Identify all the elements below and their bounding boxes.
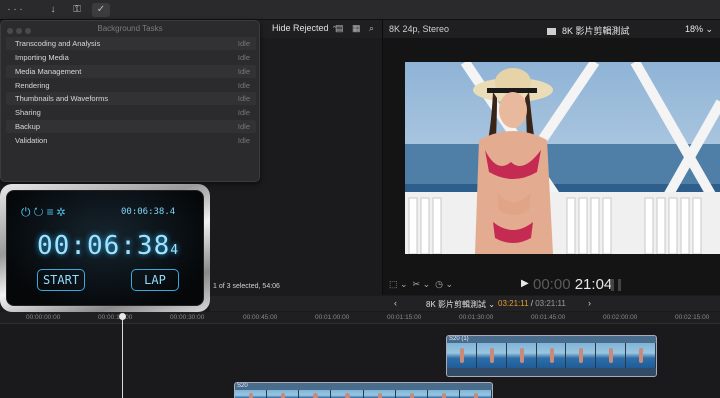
clip-appearance-icon[interactable]: ▤	[335, 23, 344, 34]
video-frame	[405, 62, 720, 254]
clip-filmstrip	[447, 343, 656, 368]
timeline-project-name[interactable]: 8K 影片剪輯測試 ⌄	[426, 299, 495, 310]
ruler-tick: 00:01:15:00	[387, 314, 422, 321]
app-toolbar: · · · ↓ ⚿ ✓	[0, 0, 720, 20]
start-button[interactable]: START	[37, 269, 85, 291]
task-name: Sharing	[15, 108, 41, 117]
clip-label: S20 (1)	[449, 336, 469, 342]
task-status: Idle	[237, 39, 250, 48]
filmstrip-icon[interactable]: ▦	[352, 23, 361, 34]
task-row[interactable]: Media Management Idle	[6, 65, 256, 78]
settings-icon[interactable]: ✲	[57, 205, 69, 219]
viewer-panel: 8K 24p, Stereo 8K 影片剪輯測試 18% ⌄ ⬚ ⌄ ✂ ⌄ ◷…	[382, 20, 720, 295]
download-icon[interactable]: ↓	[44, 3, 62, 17]
task-row[interactable]: Validation Idle	[6, 134, 256, 147]
checkmark-icon: ✓	[96, 4, 106, 15]
timeline-current-tc: 03:21:11	[498, 299, 529, 308]
stopwatch-fraction: 4	[170, 243, 180, 258]
task-name: Backup	[15, 122, 41, 131]
clip-audio-waveform	[447, 368, 656, 376]
timecode-dim: 00:00	[533, 276, 571, 293]
background-tasks-window: Background Tasks Transcoding and Analysi…	[0, 20, 260, 182]
ruler-tick: 00:00:15:00	[98, 314, 133, 321]
power-icon[interactable]: ⏻	[21, 205, 34, 219]
stopwatch-controls: ⏻↻≡✲	[21, 205, 68, 220]
task-status: Idle	[237, 81, 250, 90]
task-name: Rendering	[15, 81, 50, 90]
transform-tools-icon[interactable]: ⬚ ⌄ ✂ ⌄ ◷ ⌄	[389, 279, 453, 290]
timeline-forward-button[interactable]: ›	[588, 298, 591, 308]
window-controls[interactable]: · · ·	[6, 3, 24, 17]
ruler-tick: 00:01:45:00	[531, 314, 566, 321]
stopwatch-widget: ⏻↻≡✲ 00:06:38.4 00:06:384 START LAP	[0, 184, 210, 312]
task-status: Idle	[237, 67, 250, 76]
stopwatch-small-time: 00:06:38.4	[121, 207, 176, 217]
ruler-tick: 00:01:00:00	[315, 314, 350, 321]
menu-icon[interactable]: ≡	[47, 205, 57, 219]
clapper-icon	[547, 28, 556, 36]
task-row[interactable]: Importing Media Idle	[6, 51, 256, 64]
viewer-zoom-value: 18%	[684, 24, 703, 34]
task-status: Idle	[237, 122, 250, 131]
timeline-duration-tc: 03:21:11	[535, 299, 566, 308]
refresh-icon[interactable]: ↻	[34, 205, 47, 219]
play-button[interactable]: ▶	[521, 278, 529, 289]
key-icon[interactable]: ⚿	[68, 3, 86, 17]
timeline-clip[interactable]: S20 (1)	[446, 335, 657, 377]
task-row[interactable]: Backup Idle	[6, 120, 256, 133]
viewer-format: 8K 24p, Stereo	[389, 24, 450, 34]
task-row[interactable]: Thumbnails and Waveforms Idle	[6, 92, 256, 105]
ruler-tick: 00:02:00:00	[603, 314, 638, 321]
viewer-footer: ⬚ ⌄ ✂ ⌄ ◷ ⌄ ▶ 00:00 21:04	[383, 275, 720, 295]
clip-filter-dropdown[interactable]: Hide Rejected ⌃	[272, 23, 337, 33]
stopwatch-main-digits: 00:06:38	[37, 231, 171, 261]
viewer-header: 8K 24p, Stereo 8K 影片剪輯測試 18% ⌄	[383, 20, 720, 38]
timeline-clip[interactable]: S20	[234, 382, 493, 398]
timeline-back-button[interactable]: ‹	[394, 298, 397, 308]
ruler-tick: 00:00:30:00	[170, 314, 205, 321]
task-name: Importing Media	[15, 53, 69, 62]
ruler-tick: 00:00:00:00	[26, 314, 61, 321]
playhead[interactable]	[122, 314, 123, 398]
task-status: Idle	[237, 108, 250, 117]
ruler-tick: 00:02:15:00	[675, 314, 710, 321]
browser-selection-status: 1 of 3 selected, 54:06	[213, 283, 280, 290]
search-icon[interactable]: ⌕	[369, 23, 374, 34]
ruler-tick: 00:00:45:00	[243, 314, 278, 321]
clip-filter-label: Hide Rejected	[272, 23, 329, 33]
timeline-header: ‹ 8K 影片剪輯測試 ⌄ 03:21:11 / 03:21:11 ›	[210, 296, 720, 311]
ruler-tick: 00:01:30:00	[459, 314, 494, 321]
timeline-project-name-text: 8K 影片剪輯測試	[426, 300, 487, 309]
viewer-timecode[interactable]: 00:00 21:04	[533, 276, 612, 293]
task-status: Idle	[237, 136, 250, 145]
viewer-project-title-text: 8K 影片剪輯測試	[562, 26, 630, 36]
viewer-zoom-menu[interactable]: 18% ⌄	[685, 24, 713, 35]
task-row[interactable]: Sharing Idle	[6, 106, 256, 119]
task-row[interactable]: Transcoding and Analysis Idle	[6, 37, 256, 50]
task-name: Validation	[15, 136, 48, 145]
task-name: Transcoding and Analysis	[15, 39, 101, 48]
timeline-timecode: 03:21:11 / 03:21:11	[498, 299, 566, 308]
task-status: Idle	[237, 53, 250, 62]
background-tasks-button[interactable]: ✓	[92, 3, 110, 17]
playhead-handle[interactable]	[119, 313, 126, 320]
timeline-ruler[interactable]: 00:00:00:00 00:00:15:00 00:00:30:00 00:0…	[0, 312, 720, 324]
stopwatch-display: ⏻↻≡✲ 00:06:38.4 00:06:384 START LAP	[6, 190, 204, 306]
clip-filmstrip	[235, 390, 492, 398]
task-status: Idle	[237, 94, 250, 103]
audio-meter-icon[interactable]	[611, 279, 621, 291]
viewer-project-title: 8K 影片剪輯測試	[547, 24, 630, 37]
task-name: Thumbnails and Waveforms	[15, 94, 109, 103]
background-tasks-title: Background Tasks	[97, 24, 163, 33]
lap-button[interactable]: LAP	[131, 269, 179, 291]
task-row[interactable]: Rendering Idle	[6, 79, 256, 92]
stopwatch-main-time: 00:06:384	[37, 231, 179, 261]
timecode-lit: 21:04	[574, 276, 613, 293]
task-name: Media Management	[15, 67, 82, 76]
clip-label: S20	[237, 383, 248, 389]
